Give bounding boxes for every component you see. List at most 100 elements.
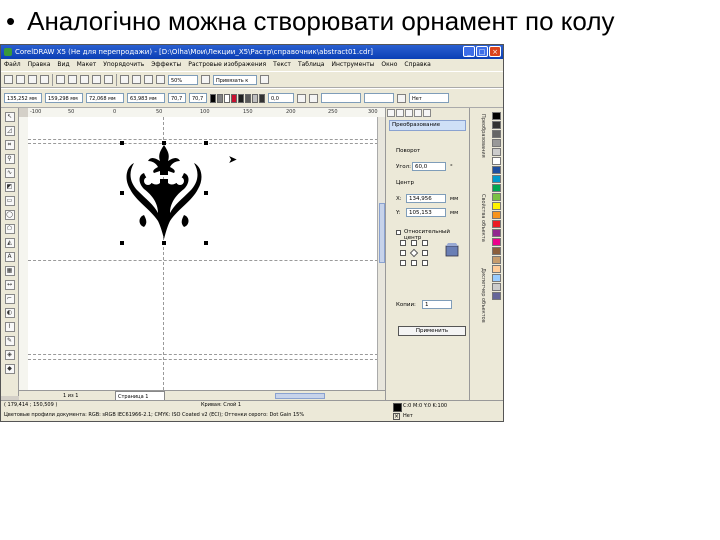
anchor-point-top-right[interactable] xyxy=(422,240,428,246)
rotation-angle-field[interactable]: 0,0 xyxy=(268,93,294,103)
menu-text[interactable]: Текст xyxy=(273,59,291,71)
import-icon[interactable] xyxy=(120,75,129,84)
mirror-horizontal-icon[interactable] xyxy=(297,93,306,103)
application-launcher-icon[interactable] xyxy=(144,75,153,84)
polygon-tool-icon[interactable]: ⬠ xyxy=(4,224,15,234)
anchor-point-top-left[interactable] xyxy=(400,240,406,246)
rotate-mode-icon[interactable] xyxy=(396,109,404,117)
apply-button[interactable]: Применить xyxy=(398,326,466,336)
menu-help[interactable]: Справка xyxy=(404,59,430,71)
print-icon[interactable] xyxy=(40,75,49,84)
export-icon[interactable] xyxy=(132,75,141,84)
palette-swatch[interactable] xyxy=(492,283,501,291)
pick-tool-icon[interactable]: ↖ xyxy=(4,112,15,122)
relative-center-checkbox[interactable] xyxy=(396,230,401,235)
palette-swatch[interactable] xyxy=(492,256,501,264)
interactive-fill-tool-icon[interactable]: ◆ xyxy=(4,364,15,374)
x-position-field[interactable]: 135,252 мм xyxy=(4,93,42,103)
center-y-field[interactable]: 105,153 xyxy=(406,208,446,217)
palette-swatch[interactable] xyxy=(492,265,501,273)
guideline-horizontal[interactable] xyxy=(28,354,383,355)
palette-swatch[interactable] xyxy=(492,166,501,174)
ellipse-tool-icon[interactable]: ◯ xyxy=(4,210,15,220)
side-tab-transformations[interactable]: Преобразования xyxy=(473,114,486,158)
dimension-tool-icon[interactable]: ↔ xyxy=(4,280,15,290)
anchor-point-middle-left[interactable] xyxy=(400,250,406,256)
menu-arrange[interactable]: Упорядочить xyxy=(103,59,144,71)
side-tab-object-properties[interactable]: Свойства объекта xyxy=(473,194,486,242)
outline-style-select[interactable] xyxy=(321,93,361,103)
guideline-horizontal[interactable] xyxy=(28,359,383,360)
palette-swatch[interactable] xyxy=(492,220,501,228)
horizontal-scrollbar-thumb[interactable] xyxy=(275,393,325,399)
selection-handle[interactable] xyxy=(204,241,208,245)
menu-layout[interactable]: Макет xyxy=(77,59,97,71)
minimize-button[interactable]: _ xyxy=(463,46,475,57)
menu-tools[interactable]: Инструменты xyxy=(331,59,374,71)
palette-swatch[interactable] xyxy=(492,148,501,156)
copies-field[interactable]: 1 xyxy=(422,300,452,309)
menu-window[interactable]: Окно xyxy=(381,59,397,71)
menu-view[interactable]: Вид xyxy=(57,59,69,71)
object-width-field[interactable]: 72,068 мм xyxy=(86,93,124,103)
y-position-field[interactable]: 159,298 мм xyxy=(45,93,83,103)
palette-swatch[interactable] xyxy=(492,175,501,183)
connector-tool-icon[interactable]: ⌐ xyxy=(4,294,15,304)
color-swatch[interactable] xyxy=(245,93,251,103)
anchor-point-middle-right[interactable] xyxy=(422,250,428,256)
table-tool-icon[interactable]: ▦ xyxy=(4,266,15,276)
text-wrap-icon[interactable] xyxy=(397,93,406,103)
center-x-field[interactable]: 134,956 xyxy=(406,194,446,203)
anchor-point-bottom-right[interactable] xyxy=(422,260,428,266)
angle-field[interactable]: 60,0 xyxy=(412,162,446,171)
color-swatch[interactable] xyxy=(217,93,223,103)
text-tool-icon[interactable]: A xyxy=(4,252,15,262)
save-icon[interactable] xyxy=(28,75,37,84)
shape-tool-icon[interactable]: ◿ xyxy=(4,126,15,136)
palette-swatch[interactable] xyxy=(492,130,501,138)
snap-to-select[interactable]: Привязать к xyxy=(213,74,257,85)
basic-shapes-tool-icon[interactable]: ◭ xyxy=(4,238,15,248)
palette-swatch[interactable] xyxy=(492,193,501,201)
color-swatch[interactable] xyxy=(238,93,244,103)
palette-swatch[interactable] xyxy=(492,292,501,300)
mirror-vertical-icon[interactable] xyxy=(309,93,318,103)
paste-icon[interactable] xyxy=(80,75,89,84)
palette-swatch[interactable] xyxy=(492,184,501,192)
font-size-select[interactable]: Нет xyxy=(409,93,449,103)
selection-handle[interactable] xyxy=(204,141,208,145)
scale-y-field[interactable]: 70,7 xyxy=(189,93,207,103)
zoom-tool-icon[interactable]: ⚲ xyxy=(4,154,15,164)
palette-swatch[interactable] xyxy=(492,157,501,165)
color-swatch[interactable] xyxy=(252,93,258,103)
new-icon[interactable] xyxy=(4,75,13,84)
drawing-canvas[interactable]: ➤ xyxy=(28,117,383,390)
smart-fill-tool-icon[interactable]: ◩ xyxy=(4,182,15,192)
palette-swatch[interactable] xyxy=(492,238,501,246)
color-swatch[interactable] xyxy=(210,93,216,103)
anchor-point-bottom-center[interactable] xyxy=(411,260,417,266)
menu-effects[interactable]: Эффекты xyxy=(151,59,181,71)
rectangle-tool-icon[interactable]: ▭ xyxy=(4,196,15,206)
position-mode-icon[interactable] xyxy=(387,109,395,117)
close-button[interactable]: × xyxy=(489,46,501,57)
undo-icon[interactable] xyxy=(92,75,101,84)
menu-table[interactable]: Таблица xyxy=(298,59,325,71)
zoom-level-select[interactable]: 50% xyxy=(168,74,198,85)
side-tab-object-manager[interactable]: Диспетчер объектов xyxy=(473,268,486,323)
size-mode-icon[interactable] xyxy=(414,109,422,117)
guideline-horizontal[interactable] xyxy=(28,139,383,140)
fill-tool-icon[interactable]: ◈ xyxy=(4,350,15,360)
palette-swatch[interactable] xyxy=(492,112,501,120)
ornament-shape[interactable] xyxy=(124,143,204,243)
maximize-button[interactable]: □ xyxy=(476,46,488,57)
outline-tool-icon[interactable]: ✎ xyxy=(4,336,15,346)
menu-file[interactable]: Файл xyxy=(4,59,21,71)
redo-icon[interactable] xyxy=(104,75,113,84)
eyedropper-tool-icon[interactable]: ⌇ xyxy=(4,322,15,332)
blend-tool-icon[interactable]: ◐ xyxy=(4,308,15,318)
scale-x-field[interactable]: 70,7 xyxy=(168,93,186,103)
palette-swatch[interactable] xyxy=(492,121,501,129)
welcome-screen-icon[interactable] xyxy=(156,75,165,84)
menu-edit[interactable]: Правка xyxy=(28,59,51,71)
